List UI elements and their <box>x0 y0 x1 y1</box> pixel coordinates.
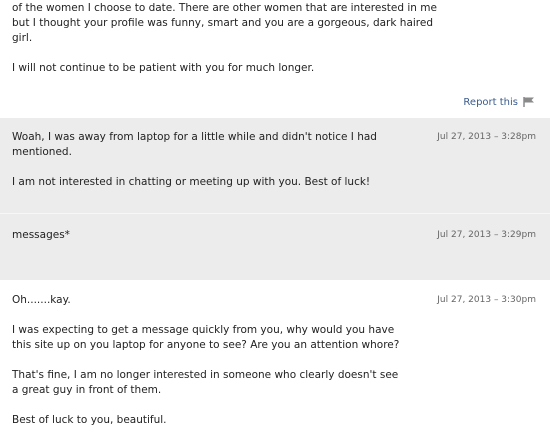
message-1-paragraph-2: I am not interested in chatting or meeti… <box>12 176 371 188</box>
message-1-timestamp: Jul 27, 2013 – 3:28pm <box>437 132 536 142</box>
message-2: messages* Jul 27, 2013 – 3:29pm <box>0 214 550 280</box>
flag-icon <box>523 97 534 107</box>
message-0-paragraph-1: of the women I choose to date. There are… <box>12 2 437 44</box>
message-2-paragraph-1: messages* <box>12 229 70 241</box>
report-label: Report this <box>463 96 518 108</box>
message-0-paragraph-2: I will not continue to be patient with y… <box>12 62 315 74</box>
message-2-body: messages* <box>12 228 432 243</box>
message-2-timestamp: Jul 27, 2013 – 3:29pm <box>437 230 536 240</box>
message-3: Oh.......kay. I was expecting to get a m… <box>0 280 550 448</box>
message-3-paragraph-1: Oh.......kay. <box>12 294 71 306</box>
message-thread: of the women I choose to date. There are… <box>0 0 550 448</box>
message-0-body: of the women I choose to date. There are… <box>12 1 452 76</box>
message-1-paragraph-1: Woah, I was away from laptop for a littl… <box>12 131 377 158</box>
message-3-timestamp: Jul 27, 2013 – 3:30pm <box>437 295 536 305</box>
message-1-body: Woah, I was away from laptop for a littl… <box>12 130 432 190</box>
message-0: of the women I choose to date. There are… <box>0 0 550 118</box>
report-link[interactable]: Report this <box>463 96 536 108</box>
message-3-paragraph-3: That's fine, I am no longer interested i… <box>12 369 399 396</box>
message-3-body: Oh.......kay. I was expecting to get a m… <box>12 293 407 428</box>
message-3-paragraph-4: Best of luck to you, beautiful. <box>12 414 167 426</box>
message-3-paragraph-2: I was expecting to get a message quickly… <box>12 324 400 351</box>
message-1: Woah, I was away from laptop for a littl… <box>0 118 550 213</box>
